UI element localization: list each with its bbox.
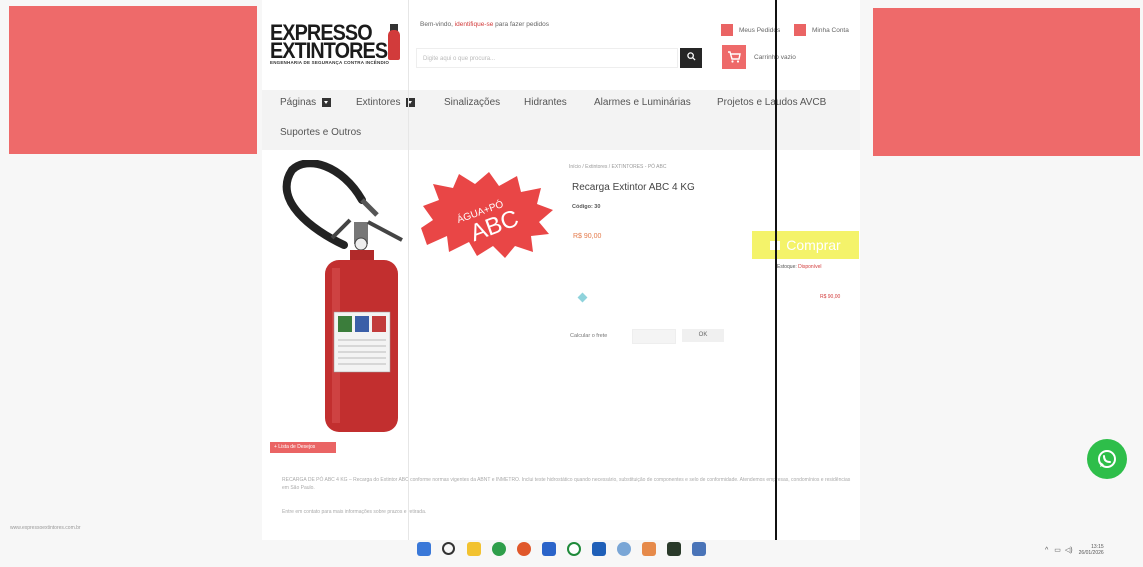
nav-item-label: Projetos e Laudos AVCB bbox=[717, 97, 827, 108]
stock-label: Estoque: bbox=[777, 264, 799, 270]
nav-item-label: Extintores bbox=[356, 97, 401, 108]
scan-fold-line bbox=[408, 0, 409, 567]
diamond-icon bbox=[577, 292, 588, 303]
product-price: R$ 90,00 bbox=[573, 233, 602, 240]
nav-item-label: Páginas bbox=[280, 97, 317, 108]
store-icon[interactable] bbox=[517, 542, 531, 556]
stock-value: Disponível bbox=[798, 264, 822, 270]
chrome-icon[interactable] bbox=[492, 542, 506, 556]
product-image[interactable]: ÁGUA+PÓ ABC bbox=[272, 160, 562, 440]
nav-item-hidrantes[interactable]: Hidrantes bbox=[524, 97, 567, 108]
site-logo[interactable]: EXPRESSO EXTINTORES ENGENHARIA DE SEGURA… bbox=[270, 22, 404, 70]
nav-item-extintores[interactable]: Extintores bbox=[356, 97, 416, 108]
welcome-text: Bem-vindo, identifique-se para fazer ped… bbox=[420, 21, 549, 28]
account-icon bbox=[794, 24, 806, 36]
whatsapp-icon[interactable] bbox=[567, 542, 581, 556]
cart-link[interactable]: Carrinho vazio bbox=[722, 45, 796, 69]
abc-badge-burst: ÁGUA+PÓ ABC bbox=[421, 172, 553, 258]
main-page: EXPRESSO EXTINTORES ENGENHARIA DE SEGURA… bbox=[262, 0, 860, 540]
nav-item-projetos[interactable]: Projetos e Laudos AVCB bbox=[717, 97, 826, 108]
search-icon[interactable] bbox=[442, 542, 455, 555]
whatsapp-icon bbox=[1098, 450, 1116, 468]
welcome-prefix: Bem-vindo, bbox=[420, 21, 455, 28]
search-button[interactable] bbox=[680, 48, 702, 68]
buy-button-label: Comprar bbox=[786, 237, 841, 253]
nav-item-label: Hidrantes bbox=[524, 97, 567, 108]
login-link[interactable]: identifique-se bbox=[455, 21, 494, 28]
product-title: Recarga Extintor ABC 4 KG bbox=[572, 182, 695, 193]
zip-code-input[interactable] bbox=[632, 329, 676, 344]
windows-icon[interactable] bbox=[417, 542, 431, 556]
nav-item-label: Suportes e Outros bbox=[280, 127, 362, 138]
photos-icon[interactable] bbox=[617, 542, 631, 556]
wishlist-button[interactable]: + Lista de Desejos bbox=[270, 442, 336, 453]
option-price: R$ 90,00 bbox=[820, 294, 841, 300]
logo-extinguisher-icon bbox=[388, 30, 400, 60]
breadcrumb[interactable]: Início / Extintores / EXTINTORES - PÓ AB… bbox=[569, 164, 666, 170]
logo-line2: EXTINTORES bbox=[270, 38, 388, 63]
volume-icon[interactable]: ◁) bbox=[1065, 546, 1073, 554]
fire-extinguisher-image bbox=[282, 160, 403, 432]
stock-status: Estoque: Disponível bbox=[777, 264, 822, 270]
search-input[interactable]: Digite aqui o que procura... bbox=[416, 48, 678, 68]
clock[interactable]: 13:15 26/01/2026 bbox=[1079, 544, 1104, 556]
my-account-label: Minha Conta bbox=[812, 26, 849, 34]
clock-date: 26/01/2026 bbox=[1078, 550, 1104, 556]
main-nav: Páginas Extintores Sinalizações Hidrante… bbox=[262, 90, 860, 150]
terminal-icon[interactable] bbox=[667, 542, 681, 556]
whatsapp-button[interactable] bbox=[1087, 439, 1127, 479]
chevron-down-icon bbox=[322, 98, 332, 107]
logo-tagline: ENGENHARIA DE SEGURANÇA CONTRA INCÊNDIO bbox=[270, 60, 390, 65]
chevron-up-icon[interactable]: ^ bbox=[1045, 547, 1048, 554]
footer-url: www.expressoextintores.com.br bbox=[10, 525, 81, 531]
product-description-note: Entre em contato para mais informações s… bbox=[282, 509, 427, 515]
nav-item-suportes[interactable]: Suportes e Outros bbox=[280, 127, 361, 138]
my-orders-link[interactable]: Meus Pedidos bbox=[721, 23, 780, 37]
product-description: RECARGA DE PÓ ABC 4 KG – Recarga do Exti… bbox=[282, 477, 851, 491]
calendar-icon[interactable] bbox=[592, 542, 606, 556]
system-tray: ^ ▭ ◁) 13:15 26/01/2026 bbox=[1045, 544, 1104, 556]
app-icon[interactable] bbox=[692, 542, 706, 556]
buy-button[interactable]: Comprar bbox=[752, 231, 859, 259]
my-account-link[interactable]: Minha Conta bbox=[794, 23, 849, 37]
orders-icon bbox=[721, 24, 733, 36]
calc-ok-button[interactable]: OK bbox=[682, 329, 724, 342]
network-icon[interactable]: ▭ bbox=[1054, 546, 1061, 554]
nav-item-alarmes[interactable]: Alarmes e Luminárias bbox=[594, 97, 691, 108]
file-explorer-icon[interactable] bbox=[467, 542, 481, 556]
shipping-calc-label: Calcular o frete bbox=[570, 333, 608, 339]
settings-icon[interactable] bbox=[642, 542, 656, 556]
search-icon bbox=[686, 52, 696, 61]
right-ad-banner bbox=[873, 8, 1140, 156]
mail-icon[interactable] bbox=[542, 542, 556, 556]
cart-icon bbox=[722, 45, 746, 69]
nav-item-paginas[interactable]: Páginas bbox=[280, 97, 332, 108]
divider-line bbox=[775, 0, 777, 567]
product-code: Código: 30 bbox=[572, 204, 601, 210]
nav-item-sinalizacoes[interactable]: Sinalizações bbox=[444, 97, 500, 108]
welcome-suffix: para fazer pedidos bbox=[493, 21, 550, 28]
nav-item-label: Sinalizações bbox=[444, 97, 501, 108]
nav-item-label: Alarmes e Luminárias bbox=[594, 97, 691, 108]
left-ad-banner bbox=[9, 6, 257, 154]
